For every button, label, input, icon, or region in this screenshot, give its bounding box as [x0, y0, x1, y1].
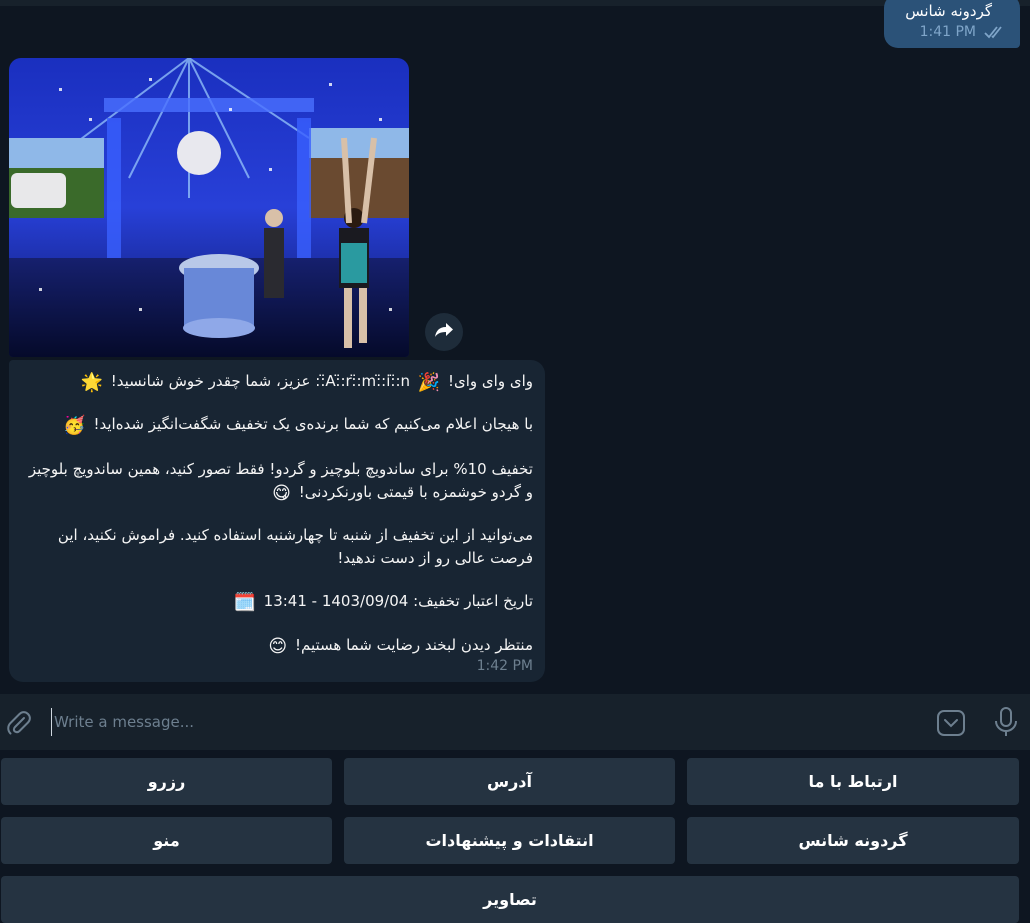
message-text: می‌توانید از این تخفیف از شنبه تا چهارشن…: [57, 526, 533, 544]
message-line: وای وای وای! 🎉 A:̈:r:̈:m:̈:i:̈:n:̈: عزیز…: [78, 372, 534, 392]
message-line: تخفیف 10% برای ساندویچ بلوچیز و گردو! فق…: [29, 460, 533, 478]
outgoing-message-meta: 1:41 PM: [920, 24, 1006, 40]
message-text: فرصت عالی رو از دست ندهید!: [337, 549, 533, 567]
keyboard-button-reserve[interactable]: رزرو: [1, 758, 332, 805]
paperclip-icon[interactable]: [6, 710, 32, 736]
calendar-icon: 🗓️: [233, 592, 256, 613]
keyboard-button-menu[interactable]: منو: [1, 817, 332, 864]
message-text: و گردو خوشمزه با قیمتی باورنکردنی!: [293, 483, 533, 501]
forward-icon: [434, 322, 454, 342]
keyboard-button-contact[interactable]: ارتباط با ما: [687, 758, 1019, 805]
incoming-message-time: 1:42 PM: [476, 658, 533, 674]
party-popper-icon: 🎉: [417, 372, 441, 393]
keyboard-button-address[interactable]: آدرس: [344, 758, 675, 805]
double-check-icon: [984, 25, 1006, 39]
smile-face-icon: 😊: [268, 636, 288, 657]
chat-area: گردونه شانس 1:41 PM وای وای وای! 🎉 A:̈:r…: [0, 0, 1030, 694]
message-input[interactable]: [51, 708, 911, 736]
keyboard-button-feedback[interactable]: انتقادات و پیشنهادات: [344, 817, 675, 864]
top-bar: [0, 0, 1030, 6]
outgoing-message[interactable]: گردونه شانس 1:41 PM: [884, 0, 1020, 48]
message-line: تاریخ اعتبار تخفیف: 1403/09/04 - 13:41 🗓…: [230, 592, 533, 612]
microphone-icon[interactable]: [993, 707, 1019, 737]
glowing-star-icon: 🌟: [80, 372, 103, 393]
message-line: و گردو خوشمزه با قیمتی باورنکردنی! 😋: [269, 483, 533, 503]
message-text: A:̈:r:̈:m:̈:i:̈:n:̈: عزیز، شما چقدر خوش …: [105, 372, 415, 390]
message-text: وای وای وای!: [443, 372, 533, 390]
message-line: فرصت عالی رو از دست ندهید!: [337, 549, 533, 567]
message-text: با هیجان اعلام می‌کنیم که شما برنده‌ی یک…: [88, 415, 533, 433]
party-face-icon: 🥳: [63, 415, 86, 436]
keyboard-button-images[interactable]: تصاویر: [1, 876, 1019, 923]
message-line: منتظر دیدن لبخند رضایت شما هستیم! 😊: [265, 636, 533, 656]
outgoing-message-text: گردونه شانس: [905, 2, 992, 20]
message-line: می‌توانید از این تخفیف از شنبه تا چهارشن…: [58, 526, 533, 544]
forward-button[interactable]: [425, 313, 463, 351]
keyboard-button-lucky-wheel[interactable]: گردونه شانس: [687, 817, 1019, 864]
message-composer: [0, 694, 1030, 750]
sticker-icon[interactable]: [936, 709, 966, 737]
message-line: با هیجان اعلام می‌کنیم که شما برنده‌ی یک…: [60, 415, 533, 435]
message-text: تاریخ اعتبار تخفیف: 1403/09/04 - 13:41: [258, 592, 533, 610]
message-text: منتظر دیدن لبخند رضایت شما هستیم!: [290, 636, 533, 654]
incoming-message[interactable]: وای وای وای! 🎉 A:̈:r:̈:m:̈:i:̈:n:̈: عزیز…: [9, 360, 545, 682]
yum-face-icon: 😋: [272, 483, 291, 504]
bot-keyboard: رزرو آدرس ارتباط با ما منو انتقادات و پی…: [0, 750, 1030, 923]
message-text: تخفیف 10% برای ساندویچ بلوچیز و گردو! فق…: [28, 460, 533, 478]
message-photo[interactable]: [9, 58, 409, 357]
outgoing-message-time: 1:41 PM: [919, 24, 976, 40]
